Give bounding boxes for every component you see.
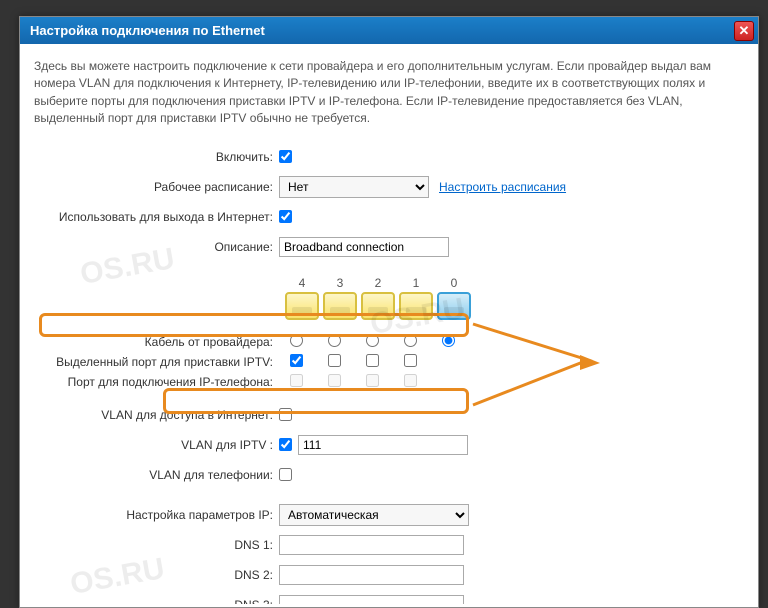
cable-radio-1[interactable] (404, 334, 417, 347)
cable-radio-2[interactable] (366, 334, 379, 347)
vlan-iptv-input[interactable] (298, 435, 468, 455)
label-phone-port: Порт для подключения IP-телефона: (34, 375, 279, 389)
port-4-icon[interactable] (285, 292, 319, 320)
port-0-icon[interactable] (437, 292, 471, 320)
label-ip-params: Настройка параметров IP: (34, 508, 279, 522)
dns3-input[interactable] (279, 595, 464, 604)
port-2-icon[interactable] (361, 292, 395, 320)
cable-radio-3[interactable] (328, 334, 341, 347)
use-exit-checkbox[interactable] (279, 210, 292, 223)
schedule-select[interactable]: Нет (279, 176, 429, 198)
label-vlan-phone: VLAN для телефонии: (34, 468, 279, 482)
iptv-port-1[interactable] (404, 354, 417, 367)
phone-port-2[interactable] (366, 374, 379, 387)
cable-radio-0[interactable] (442, 334, 455, 347)
dns1-input[interactable] (279, 535, 464, 555)
ip-params-select[interactable]: Автоматическая (279, 504, 469, 526)
content-area: Здесь вы можете настроить подключение к … (20, 44, 758, 604)
label-dns3: DNS 3: (34, 598, 279, 604)
label-schedule: Рабочее расписание: (34, 180, 279, 194)
titlebar: Настройка подключения по Ethernet ✕ (20, 17, 758, 44)
label-iptv-port: Выделенный порт для приставки IPTV: (34, 355, 279, 369)
label-description: Описание: (34, 240, 279, 254)
label-enable: Включить: (34, 150, 279, 164)
label-dns2: DNS 2: (34, 568, 279, 582)
phone-port-1[interactable] (404, 374, 417, 387)
label-cable: Кабель от провайдера: (34, 335, 279, 349)
enable-checkbox[interactable] (279, 150, 292, 163)
iptv-port-3[interactable] (328, 354, 341, 367)
description-text: Здесь вы можете настроить подключение к … (34, 58, 744, 128)
port-icons (285, 292, 744, 320)
dns2-input[interactable] (279, 565, 464, 585)
label-use-exit: Использовать для выхода в Интернет: (34, 210, 279, 224)
label-dns1: DNS 1: (34, 538, 279, 552)
iptv-port-2[interactable] (366, 354, 379, 367)
phone-port-4[interactable] (290, 374, 303, 387)
vlan-phone-checkbox[interactable] (279, 468, 292, 481)
phone-port-3[interactable] (328, 374, 341, 387)
cable-radio-4[interactable] (290, 334, 303, 347)
port-1-icon[interactable] (399, 292, 433, 320)
dialog-window: Настройка подключения по Ethernet ✕ Здес… (19, 16, 759, 608)
port-3-icon[interactable] (323, 292, 357, 320)
configure-schedules-link[interactable]: Настроить расписания (439, 180, 566, 194)
window-title: Настройка подключения по Ethernet (30, 23, 265, 38)
vlan-inet-checkbox[interactable] (279, 408, 292, 421)
iptv-port-4[interactable] (290, 354, 303, 367)
close-button[interactable]: ✕ (734, 21, 754, 41)
vlan-iptv-checkbox[interactable] (279, 438, 292, 451)
label-vlan-iptv: VLAN для IPTV : (34, 438, 279, 452)
description-input[interactable] (279, 237, 449, 257)
label-vlan-inet: VLAN для доступа в Интернет: (34, 408, 279, 422)
close-icon: ✕ (739, 23, 750, 38)
port-numbers: 4 3 2 1 0 (285, 276, 744, 290)
